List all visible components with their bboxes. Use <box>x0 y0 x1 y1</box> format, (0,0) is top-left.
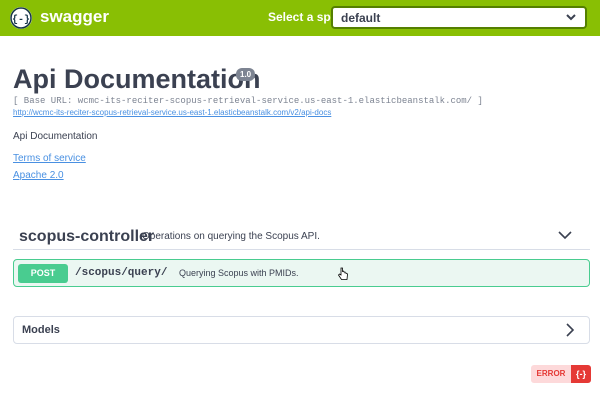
tag-description: Operations on querying the Scopus API. <box>142 231 320 242</box>
chevron-down-icon <box>566 14 576 21</box>
chevron-right-icon[interactable] <box>565 323 575 337</box>
swagger-logo-icon[interactable]: {-} <box>10 7 32 29</box>
base-url: [ Base URL: wcmc-its-reciter-scopus-retr… <box>13 96 483 106</box>
tag-name: scopus-controller <box>19 228 155 245</box>
tag-section-header[interactable]: scopus-controller Operations on querying… <box>13 222 590 250</box>
terms-of-service-link[interactable]: Terms of service <box>13 153 86 164</box>
spec-select-value: default <box>341 11 381 25</box>
models-label: Models <box>22 324 60 336</box>
operation-summary: Querying Scopus with PMIDs. <box>179 268 299 278</box>
svg-text:{-}: {-} <box>12 14 30 26</box>
chevron-down-icon[interactable] <box>558 229 572 241</box>
page-title: Api Documentation <box>13 64 261 94</box>
validator-error-label: ERROR <box>531 365 571 383</box>
spec-select[interactable]: default <box>331 6 587 29</box>
operation-path: /scopus/query/ <box>75 267 168 279</box>
topbar: {-} swagger Select a spec default <box>0 0 600 36</box>
models-section[interactable]: Models <box>13 316 590 344</box>
validator-badge[interactable]: ERROR {-} <box>531 365 591 383</box>
validator-icon: {-} <box>571 365 591 383</box>
brand-name[interactable]: swagger <box>40 7 109 27</box>
version-badge: 1.0 <box>236 68 256 81</box>
method-badge: POST <box>18 264 68 283</box>
license-link[interactable]: Apache 2.0 <box>13 170 64 181</box>
operation-post-scopus-query[interactable]: POST /scopus/query/ Querying Scopus with… <box>13 259 590 287</box>
api-description: Api Documentation <box>13 131 98 142</box>
api-docs-link[interactable]: http://wcmc-its-reciter-scopus-retrieval… <box>13 108 331 117</box>
pointer-cursor-icon <box>337 267 348 280</box>
